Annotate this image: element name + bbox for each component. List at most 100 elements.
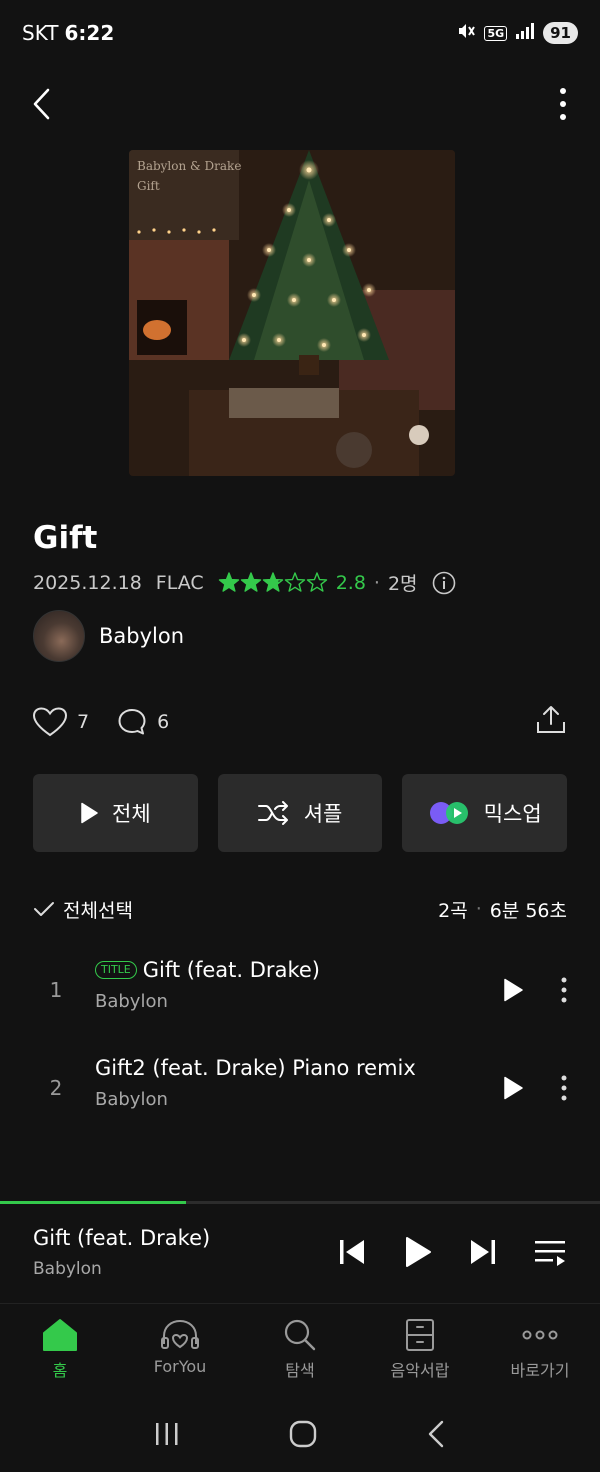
mini-player[interactable]: Gift (feat. Drake) Babylon — [0, 1204, 600, 1302]
system-back-button[interactable] — [425, 1419, 447, 1453]
track-more-button[interactable] — [554, 974, 574, 1006]
shuffle-icon — [257, 801, 288, 825]
battery-indicator: 91 — [543, 22, 578, 44]
top-nav — [0, 72, 600, 136]
more-options-button[interactable] — [548, 82, 578, 126]
recent-apps-button[interactable] — [153, 1420, 181, 1452]
chevron-left-icon — [428, 1420, 443, 1448]
album-meta: 2025.12.18 FLAC 2.8 · 2명 — [33, 569, 456, 596]
track-info: TITLE Gift (feat. Drake) Babylon — [95, 958, 320, 1012]
nav-label: 바로가기 — [510, 1361, 570, 1380]
mixup-label: 믹스업 — [483, 802, 542, 826]
mixup-button[interactable]: 믹스업 — [402, 774, 568, 852]
carrier-label: SKT — [22, 21, 59, 45]
nav-label: ForYou — [153, 1357, 207, 1376]
signal-icon — [515, 22, 535, 44]
home-circle-icon — [289, 1420, 317, 1448]
album-cover[interactable]: Babylon & Drake Gift — [129, 150, 455, 476]
nav-label: 음악서랍 — [390, 1361, 450, 1380]
artist-row[interactable]: Babylon — [33, 610, 184, 662]
track-play-button[interactable] — [498, 1072, 528, 1104]
rating-stars[interactable]: 2.8 — [218, 572, 366, 594]
play-all-label: 전체 — [112, 802, 151, 826]
track-play-button[interactable] — [498, 974, 528, 1006]
play-all-button[interactable]: 전체 — [33, 774, 198, 852]
artist-name: Babylon — [99, 624, 185, 648]
release-date: 2025.12.18 — [33, 571, 142, 594]
select-all-label: 전체선택 — [63, 899, 133, 922]
play-button[interactable] — [400, 1234, 436, 1270]
shuffle-button[interactable]: 셔플 — [217, 774, 383, 852]
play-icon — [406, 1237, 431, 1267]
track-count: 2곡 — [438, 899, 468, 922]
network-5g-icon: 5G — [484, 25, 508, 41]
cover-artist-text: Babylon & Drake — [137, 159, 242, 173]
nav-explore[interactable]: 탐색 — [240, 1304, 360, 1393]
home-icon — [43, 1319, 77, 1351]
drawer-icon — [406, 1319, 434, 1351]
share-button[interactable] — [535, 704, 567, 740]
info-icon[interactable] — [432, 571, 456, 595]
status-bar: SKT 6:22 5G 91 — [0, 0, 600, 66]
track-more-button[interactable] — [554, 1072, 574, 1104]
comment-icon — [118, 709, 146, 735]
nav-foryou[interactable]: ForYou — [120, 1304, 240, 1393]
play-icon — [81, 802, 98, 824]
nav-shortcuts[interactable]: 바로가기 — [480, 1304, 600, 1393]
skip-next-icon — [471, 1240, 495, 1264]
system-nav-bar — [0, 1400, 600, 1472]
total-duration: 6분 56초 — [489, 899, 567, 922]
chevron-left-icon — [33, 88, 50, 120]
play-icon — [504, 1076, 523, 1100]
action-row: 전체 셔플 믹스업 — [33, 774, 568, 852]
heart-icon — [33, 707, 67, 737]
select-all-button[interactable]: 전체선택 — [33, 896, 133, 923]
track-number: 1 — [49, 978, 63, 1002]
cover-artwork — [129, 150, 455, 476]
nav-label: 탐색 — [285, 1361, 315, 1380]
nav-home[interactable]: 홈 — [0, 1304, 120, 1393]
star-3 — [262, 571, 283, 592]
nav-label: 홈 — [52, 1361, 68, 1380]
track-row[interactable]: 1 TITLE Gift (feat. Drake) Babylon — [0, 950, 600, 1030]
next-button[interactable] — [465, 1234, 501, 1270]
home-system-button[interactable] — [288, 1419, 318, 1453]
track-row[interactable]: 2 Gift2 (feat. Drake) Piano remix Babylo… — [0, 1048, 600, 1128]
recent-apps-icon — [156, 1423, 178, 1445]
star-2 — [240, 571, 261, 592]
star-rating-icon — [218, 571, 327, 592]
star-4 — [284, 571, 305, 592]
more-dots-icon — [522, 1330, 558, 1340]
back-button[interactable] — [24, 82, 60, 126]
comment-button[interactable]: 6 — [117, 707, 169, 737]
mute-icon — [456, 21, 476, 45]
artist-avatar — [33, 610, 85, 662]
playlist-icon — [535, 1241, 565, 1266]
track-artist: Babylon — [95, 1089, 168, 1110]
nav-music-drawer[interactable]: 음악서랍 — [360, 1304, 480, 1393]
skip-previous-icon — [340, 1240, 364, 1264]
queue-button[interactable] — [532, 1234, 568, 1270]
cover-text: Babylon & Drake Gift — [137, 156, 241, 196]
comment-count: 6 — [157, 711, 170, 733]
track-info: Gift2 (feat. Drake) Piano remix Babylon — [95, 1056, 416, 1110]
star-1 — [218, 571, 239, 592]
vertical-dots-icon — [561, 1075, 567, 1101]
audio-format: FLAC — [155, 571, 204, 594]
title-badge: TITLE — [95, 961, 137, 979]
search-icon — [284, 1319, 316, 1351]
player-track-artist: Babylon — [33, 1259, 102, 1279]
previous-button[interactable] — [334, 1234, 370, 1270]
bottom-nav: 홈 ForYou 탐색 음악서랍 바로가기 — [0, 1303, 600, 1393]
track-artist: Babylon — [95, 991, 168, 1012]
separator-dot: · — [373, 571, 380, 594]
like-button[interactable]: 7 — [33, 707, 89, 737]
track-title: Gift2 (feat. Drake) Piano remix — [95, 1056, 416, 1080]
shuffle-label: 셔플 — [303, 802, 343, 826]
player-track-title: Gift (feat. Drake) — [33, 1226, 211, 1250]
like-count: 7 — [77, 711, 90, 733]
summary-separator: · — [475, 898, 482, 920]
track-number: 2 — [49, 1076, 63, 1100]
rating-value: 2.8 — [335, 571, 366, 594]
headphones-heart-icon — [161, 1319, 199, 1349]
